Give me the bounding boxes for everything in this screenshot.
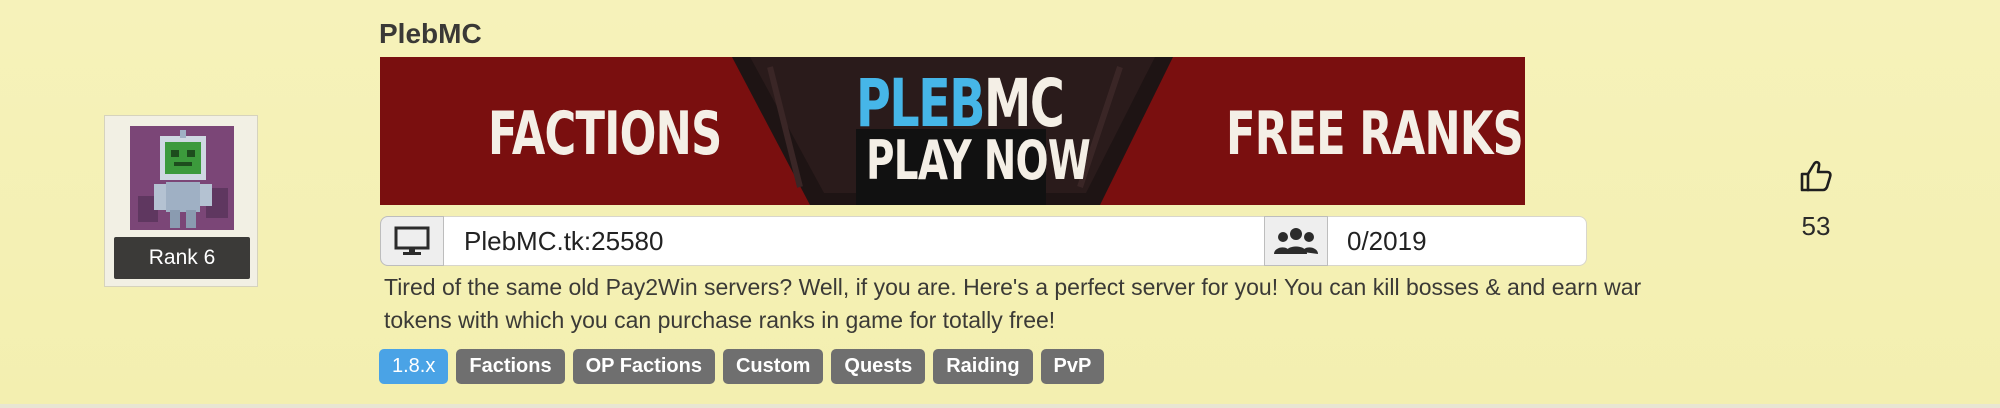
thumbs-up-icon[interactable]	[1799, 160, 1833, 196]
server-banner[interactable]: FACTIONS PLEBMC PLAY NOW FREE RANKS	[380, 57, 1525, 205]
player-count: 0/2019	[1347, 226, 1427, 256]
tag-version[interactable]: 1.8.x	[379, 349, 449, 384]
tag-list: 1.8.x Factions OP Factions Custom Quests…	[379, 349, 1105, 384]
server-rank-box[interactable]: Rank 6	[104, 115, 258, 287]
tag-quests[interactable]: Quests	[831, 349, 926, 384]
tag-custom[interactable]: Custom	[722, 349, 824, 384]
server-description: Tired of the same old Pay2Win servers? W…	[384, 274, 1642, 333]
vote-count: 53	[1801, 211, 1831, 241]
rank-badge: Rank 6	[114, 237, 250, 279]
tag-raiding[interactable]: Raiding	[933, 349, 1033, 384]
tag-factions[interactable]: Factions	[456, 349, 565, 384]
banner-cta-text: PLAY NOW	[866, 129, 1091, 192]
vote-widget[interactable]: 53	[1790, 160, 1842, 242]
server-card: Rank 6 PlebMC FACTIONS PLEBMC PLAY NOW F…	[0, 0, 2000, 408]
banner-left-text: FACTIONS	[488, 99, 722, 169]
tag-pvp[interactable]: PvP	[1040, 349, 1105, 384]
server-avatar	[130, 126, 234, 230]
tag-op-factions[interactable]: OP Factions	[572, 349, 715, 384]
server-title[interactable]: PlebMC	[379, 18, 482, 50]
server-address[interactable]: PlebMC.tk:25580	[464, 217, 663, 265]
monitor-icon	[380, 216, 444, 266]
users-icon	[1264, 216, 1328, 266]
server-info-bar: PlebMC.tk:25580 0/2019	[380, 216, 1587, 266]
banner-right-text: FREE RANKS	[1226, 99, 1524, 169]
